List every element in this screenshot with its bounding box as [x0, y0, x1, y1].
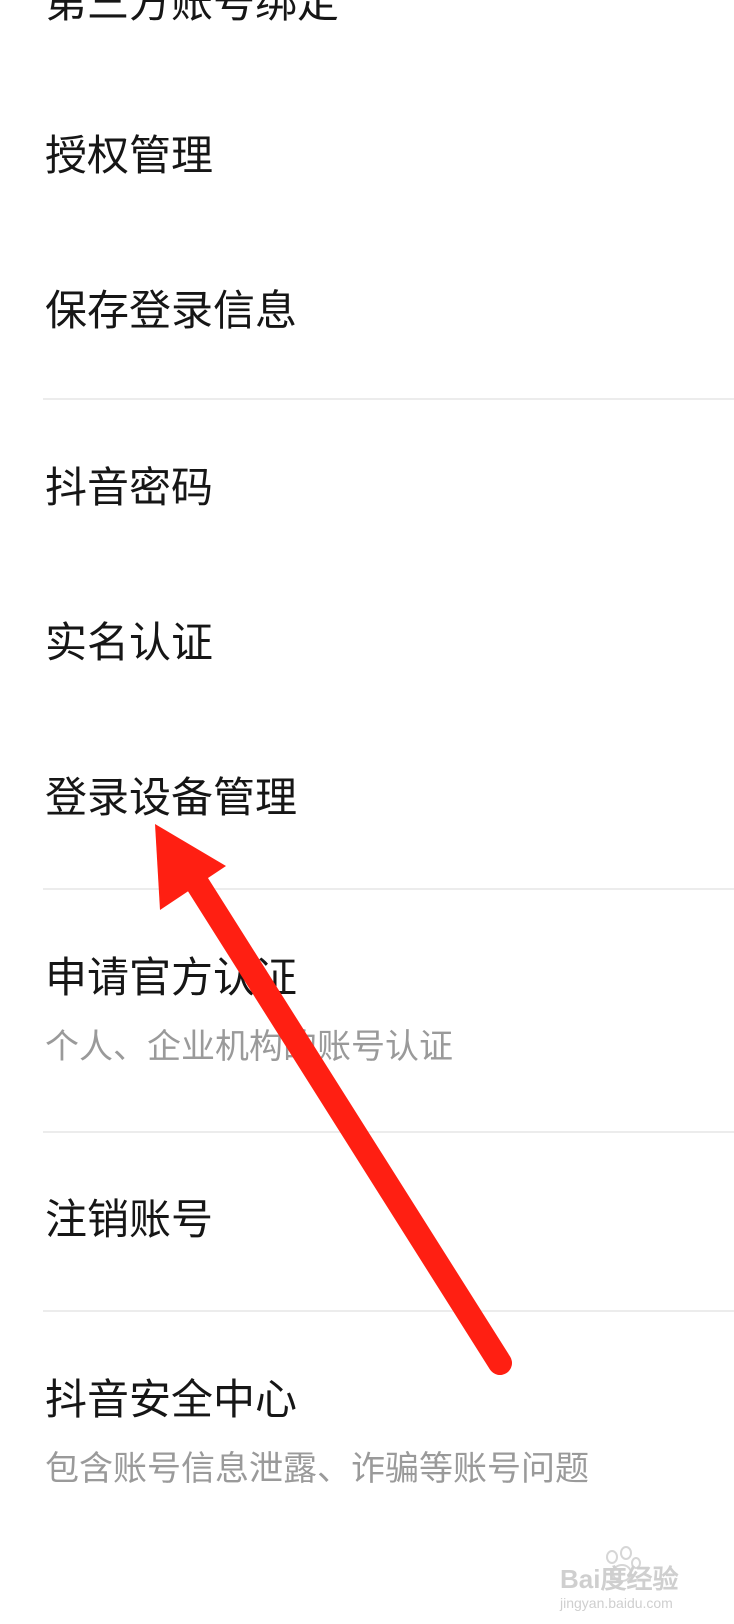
divider	[43, 398, 734, 400]
settings-item-title: 申请官方认证	[45, 953, 298, 1002]
settings-item-cancel-account[interactable]: 注销账号	[45, 1192, 734, 1252]
baidu-jingyan-watermark: Bai度经验 jingyan.baidu.com	[560, 1545, 720, 1615]
settings-item-login-device-management[interactable]: 登录设备管理	[45, 770, 734, 830]
settings-item-save-login-info[interactable]: 保存登录信息	[45, 283, 734, 343]
divider	[43, 1310, 734, 1312]
settings-item-title: 授权管理	[45, 131, 214, 180]
settings-item-third-party-binding[interactable]: 第三方账号绑定	[45, 0, 734, 38]
settings-item-title: 第三方账号绑定	[45, 0, 340, 27]
divider	[43, 1131, 734, 1133]
settings-item-subtitle: 个人、企业机构的账号认证	[45, 1027, 453, 1067]
settings-item-title: 抖音安全中心	[45, 1375, 298, 1424]
settings-item-douyin-password[interactable]: 抖音密码	[45, 460, 734, 520]
settings-item-title: 登录设备管理	[45, 773, 298, 822]
watermark-url: jingyan.baidu.com	[560, 1595, 673, 1611]
settings-item-official-verification[interactable]: 申请官方认证 个人、企业机构的账号认证	[45, 950, 734, 1070]
divider	[43, 888, 734, 890]
settings-item-title: 保存登录信息	[45, 286, 298, 335]
arrow-shaft	[178, 860, 512, 1375]
arrow-head	[155, 824, 226, 910]
settings-item-subtitle: 包含账号信息泄露、诈骗等账号问题	[45, 1449, 589, 1489]
settings-item-security-center[interactable]: 抖音安全中心 包含账号信息泄露、诈骗等账号问题	[45, 1372, 734, 1492]
watermark-brand: Bai度经验	[560, 1564, 679, 1594]
settings-item-real-name-verification[interactable]: 实名认证	[45, 615, 734, 675]
settings-item-title: 实名认证	[45, 618, 214, 667]
paw-icon	[606, 1546, 641, 1582]
settings-item-title: 抖音密码	[45, 463, 214, 512]
settings-item-title: 注销账号	[45, 1195, 214, 1244]
settings-item-authorization-management[interactable]: 授权管理	[45, 128, 734, 188]
